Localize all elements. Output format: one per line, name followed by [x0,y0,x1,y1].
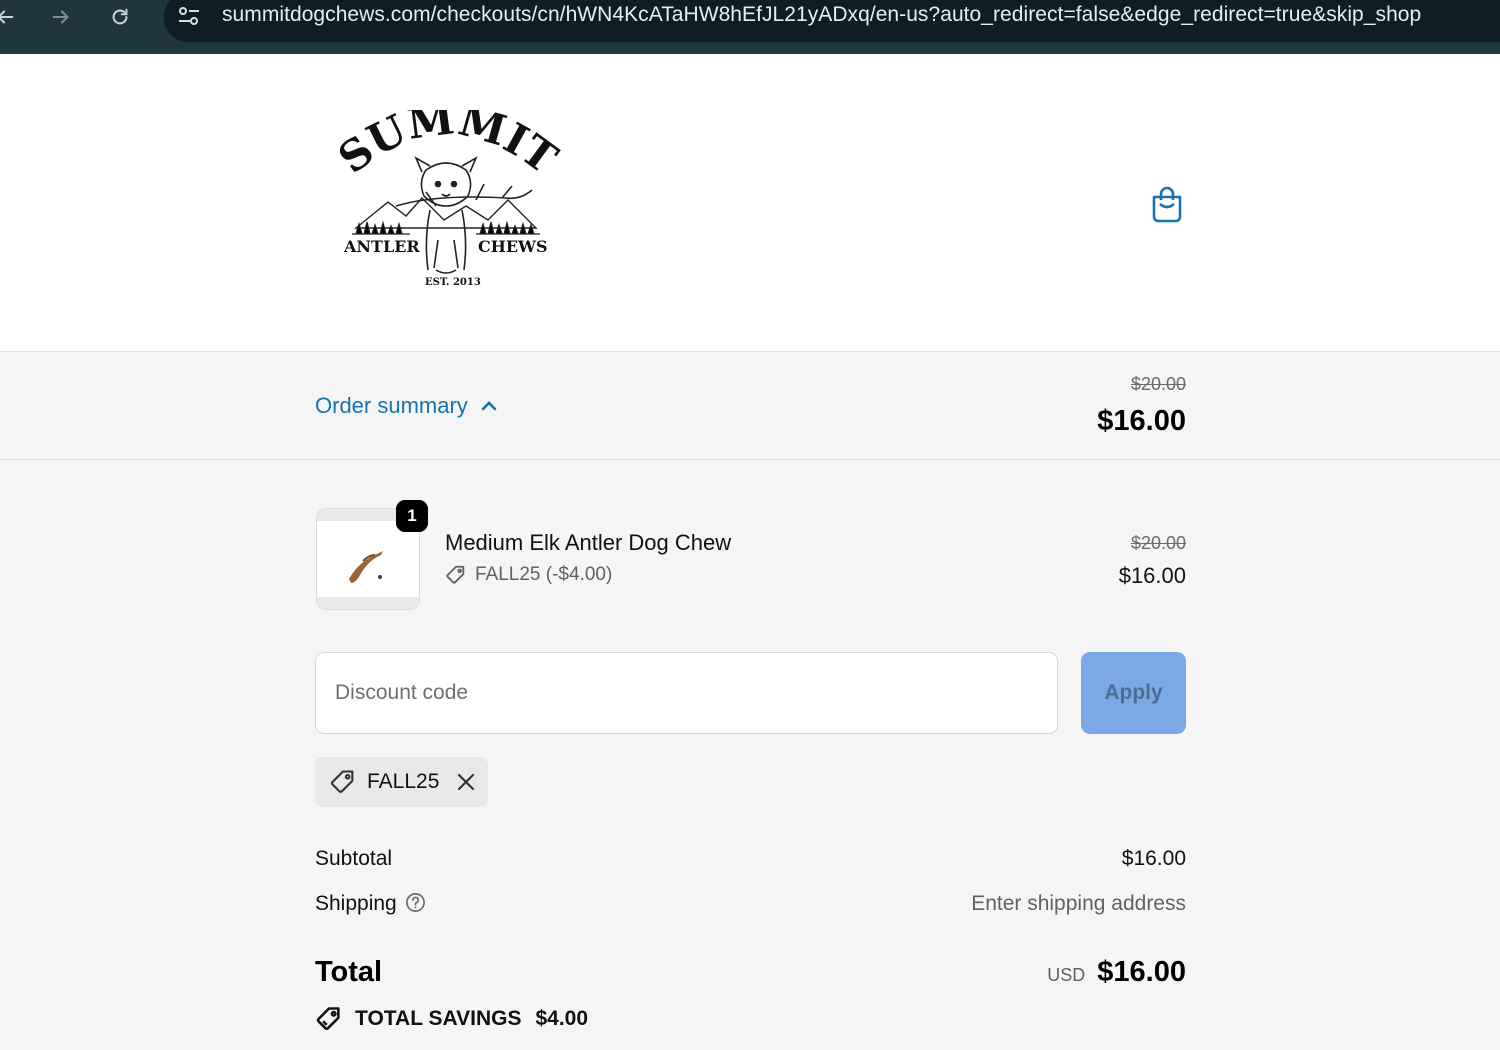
item-price: $16.00 [1118,563,1186,588]
browser-toolbar: summitdogchews.com/checkouts/cn/hWN4KcAT… [0,0,1500,54]
chevron-up-icon [481,401,497,411]
discount-code-input[interactable] [315,652,1058,734]
subtotal-value: $16.00 [1121,847,1186,870]
shipping-value: Enter shipping address [971,892,1186,915]
summary-total: $16.00 [1097,405,1186,437]
question-circle-icon[interactable] [405,892,426,913]
total-savings: TOTAL SAVINGS $4.00 [315,1005,588,1033]
tag-icon [331,770,354,793]
svg-text:ANTLER: ANTLER [343,237,420,256]
item-original-price: $20.00 [1130,533,1186,553]
order-summary-label: Order summary [315,393,468,418]
tag-icon [446,565,465,584]
shipping-label: Shipping [315,892,397,915]
total-label: Total [315,956,383,988]
shipping-row: Shipping [315,892,426,916]
item-discount: FALL25 (-$4.00) [445,564,612,586]
order-summary-bar: Order summary $20.00 $16.00 [0,353,1500,460]
tag-icon [316,1007,340,1031]
back-arrow-icon[interactable] [0,2,20,32]
applied-discount-chip: FALL25 [315,757,488,807]
store-header: SUMMIT ANTLER CHEWS EST. 2013 [0,54,1500,352]
summit-antler-chews-logo[interactable]: SUMMIT ANTLER CHEWS EST. 2013 [326,110,566,296]
total-amount: $16.00 [1097,956,1186,988]
savings-label: TOTAL SAVINGS [355,1007,522,1030]
total-value-group: USD $16.00 [1047,956,1186,989]
site-settings-icon[interactable] [176,4,202,28]
svg-text:CHEWS: CHEWS [478,237,548,256]
subtotal-label: Subtotal [315,847,393,870]
applied-code: FALL25 [367,770,440,793]
savings-amount: $4.00 [535,1007,589,1030]
svg-text:EST. 2013: EST. 2013 [425,277,481,288]
currency-code: USD [1047,965,1086,985]
svg-text:SUMMIT: SUMMIT [329,110,566,183]
forward-arrow-icon[interactable] [46,2,76,32]
quantity-badge: 1 [396,500,428,532]
close-icon[interactable] [455,771,477,793]
order-summary-toggle[interactable]: Order summary [315,393,498,419]
shopping-bag-icon[interactable] [1148,184,1186,224]
original-total: $20.00 [1130,374,1186,394]
apply-button[interactable]: Apply [1081,652,1186,734]
url-text[interactable]: summitdogchews.com/checkouts/cn/hWN4KcAT… [222,3,1421,27]
reload-icon[interactable] [105,2,135,32]
item-discount-text: FALL25 (-$4.00) [475,564,613,585]
product-name: Medium Elk Antler Dog Chew [445,530,732,555]
